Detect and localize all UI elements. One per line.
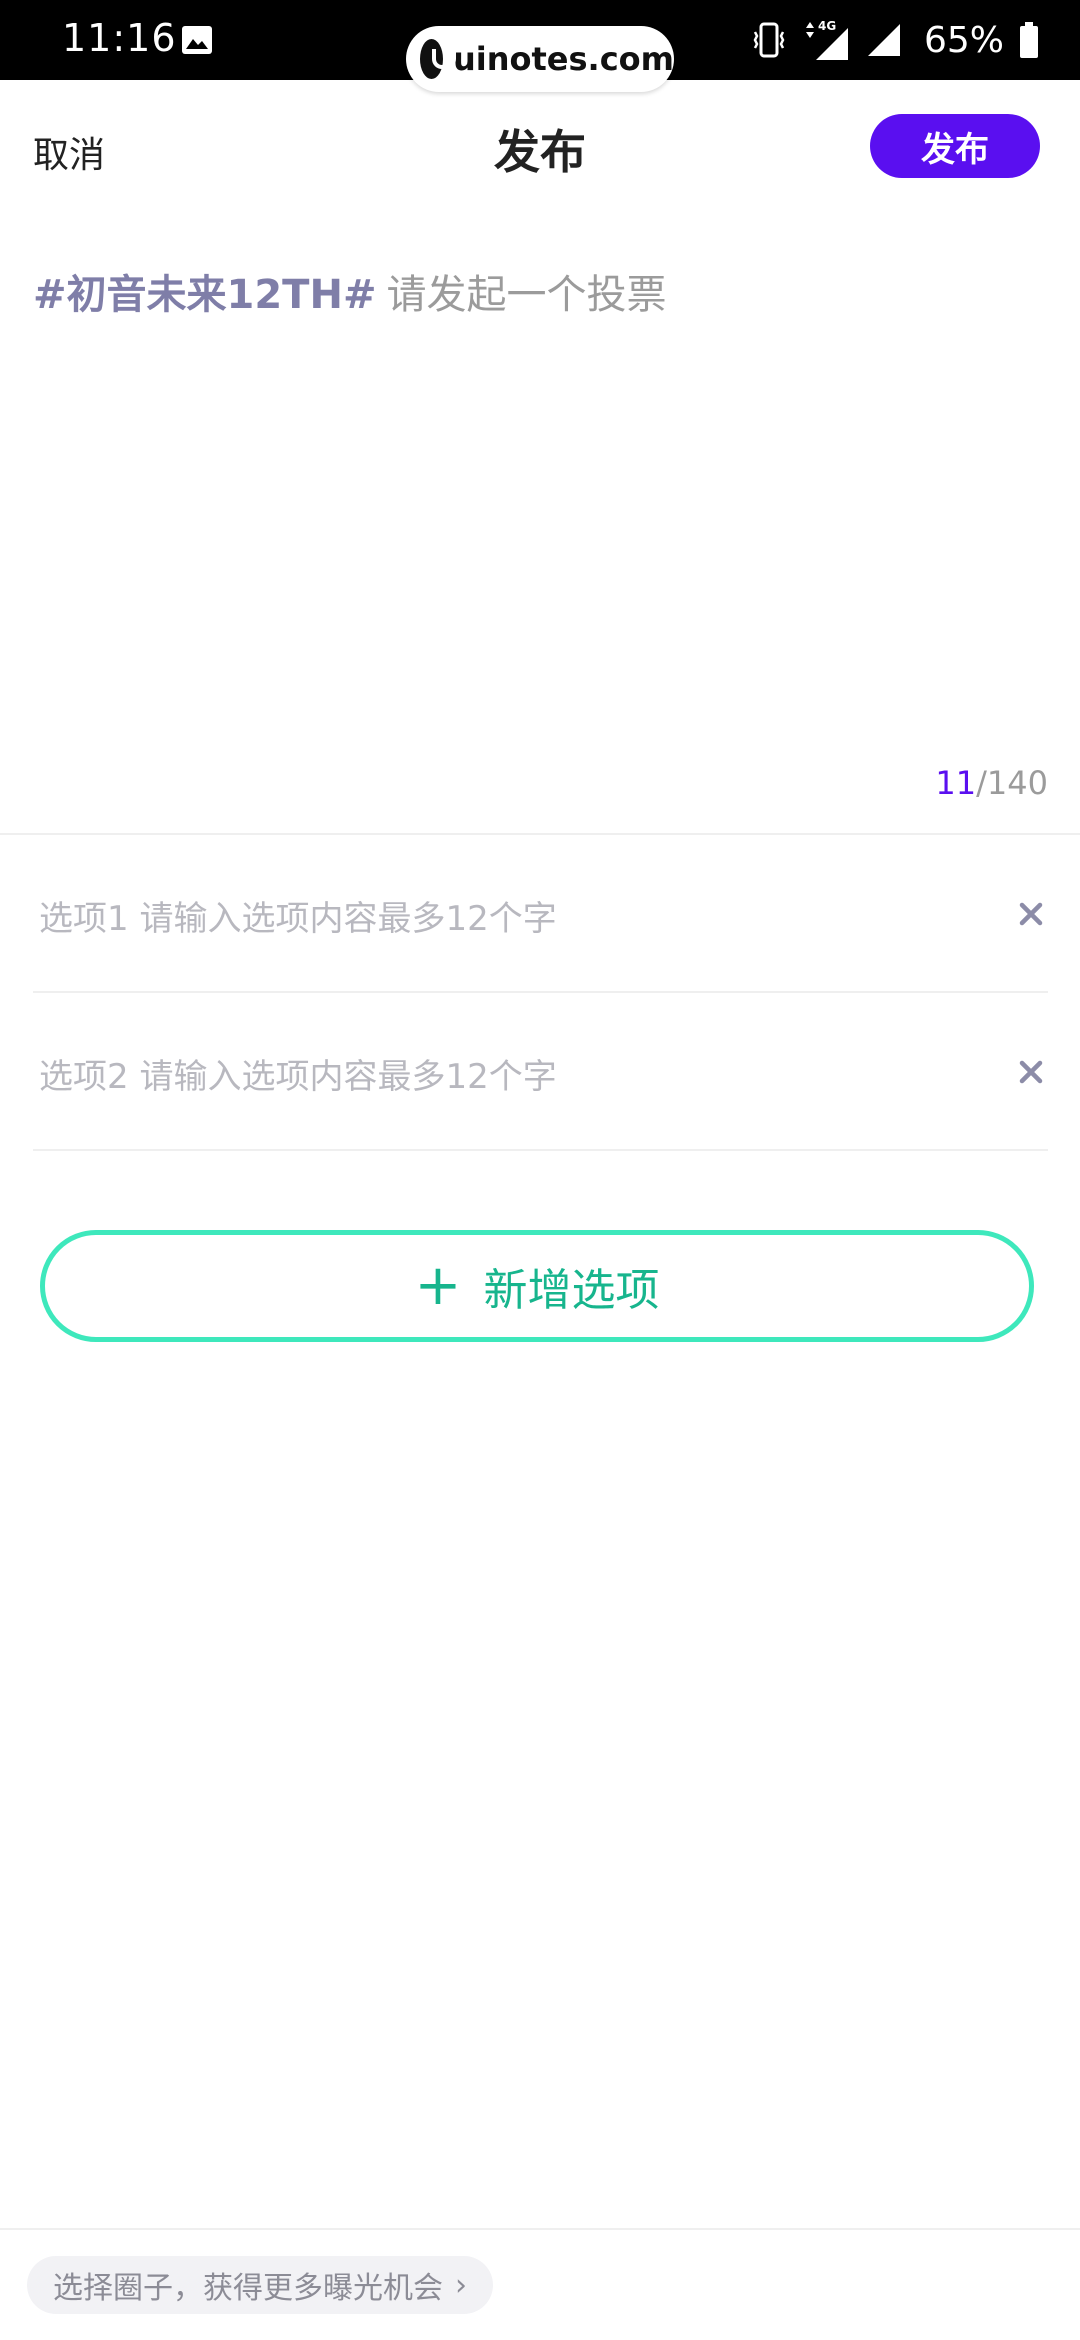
option-separator: [33, 1149, 1048, 1151]
poll-option-1-input[interactable]: 选项1 请输入选项内容最多12个字: [39, 891, 557, 940]
topic-hashtag[interactable]: #初音未来12TH#: [33, 272, 376, 318]
select-circle-chip[interactable]: 选择圈子，获得更多曝光机会 ›: [27, 2256, 493, 2314]
publish-button[interactable]: 发布: [870, 114, 1040, 178]
svg-text:4G: 4G: [818, 19, 836, 33]
post-text-editor[interactable]: #初音未来12TH# 请发起一个投票: [33, 262, 666, 320]
poll-option-1[interactable]: 选项1 请输入选项内容最多12个字: [33, 835, 1048, 993]
character-count-current: 11: [935, 764, 977, 802]
top-bar: 取消 发布 发布: [0, 80, 1080, 210]
character-counter: 11/140: [935, 764, 1048, 802]
mobile-signal-4g-icon: 4G: [805, 19, 848, 60]
poll-option-2-input[interactable]: 选项2 请输入选项内容最多12个字: [39, 1049, 557, 1098]
uinotes-logo-icon: [420, 39, 456, 79]
battery-percent: 65%: [923, 19, 1004, 61]
poll-option-2[interactable]: 选项2 请输入选项内容最多12个字: [33, 993, 1048, 1151]
character-count-max: /140: [976, 764, 1048, 802]
footer-divider: [0, 2228, 1080, 2230]
wifi-signal-icon: [867, 24, 900, 56]
select-circle-label: 选择圈子，获得更多曝光机会: [53, 2271, 443, 2306]
watermark-text: uinotes.com: [452, 40, 674, 78]
vibrate-icon: [753, 22, 785, 58]
add-option-label: 新增选项: [483, 1265, 660, 1316]
chevron-right-icon: ›: [455, 2267, 467, 2303]
status-icons: 4G 65%: [752, 14, 1040, 66]
editor-placeholder: 请发起一个投票: [386, 272, 667, 318]
gallery-notification-icon: [182, 26, 212, 54]
remove-option-1-close-icon[interactable]: [1014, 897, 1048, 931]
battery-icon: [1020, 22, 1038, 58]
plus-icon: +: [414, 1253, 462, 1318]
remove-option-2-close-icon[interactable]: [1014, 1055, 1048, 1089]
add-option-button[interactable]: + 新增选项: [40, 1230, 1034, 1342]
status-time: 11:16: [62, 16, 177, 60]
